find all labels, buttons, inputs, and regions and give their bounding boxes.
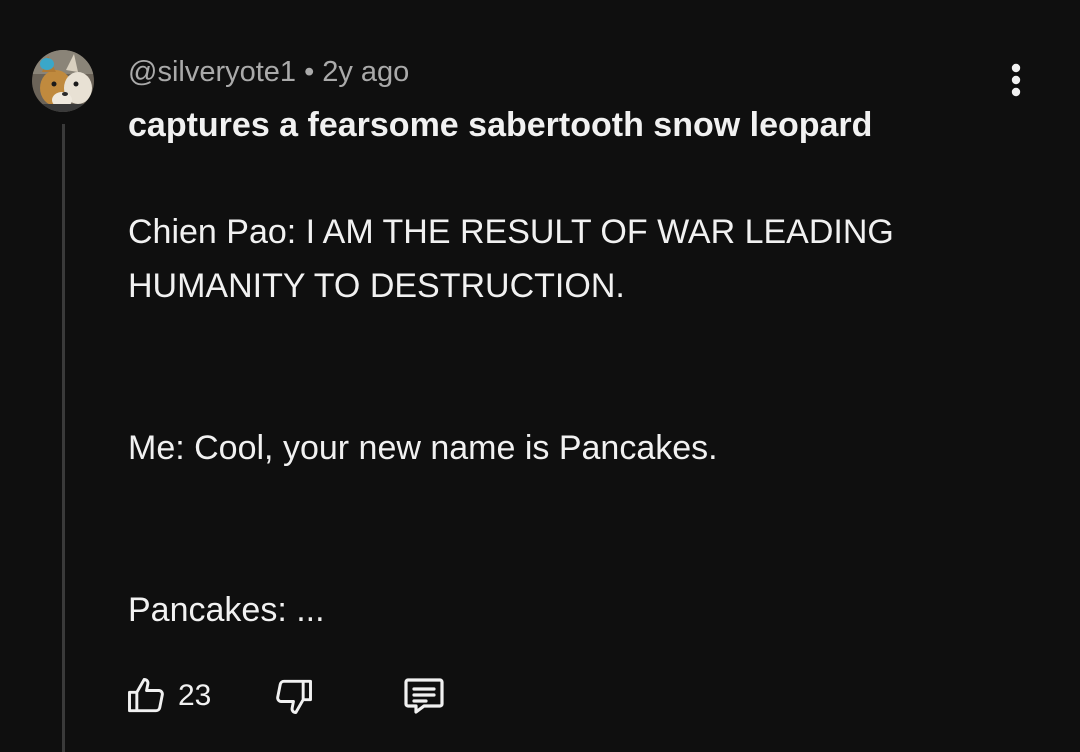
thread-line <box>62 124 65 752</box>
dislike-button[interactable] <box>272 668 316 724</box>
avatar[interactable] <box>32 50 94 112</box>
comment-meta: @silveryote1 • 2y ago <box>128 54 409 90</box>
comment-thread: @silveryote1 • 2y ago captures a fearsome … <box>0 0 1080 752</box>
author-handle[interactable]: @silveryote1 <box>128 56 296 88</box>
thumb-down-icon <box>276 679 312 714</box>
comment-title: captures a fearsome sabertooth snow leop… <box>128 106 873 144</box>
comment-paragraph: Chien Pao: I AM THE RESULT OF WAR LEADIN… <box>128 213 894 305</box>
more-vert-icon <box>1011 63 1021 97</box>
comment-paragraph: Pancakes: ... <box>128 591 325 629</box>
like-button[interactable]: 23 <box>124 668 211 724</box>
meta-separator: • <box>304 56 315 88</box>
comment-reply-icon <box>404 678 444 714</box>
reply-button[interactable] <box>400 668 448 724</box>
avatar-image <box>32 50 94 112</box>
thumb-up-icon <box>128 678 164 713</box>
comment-paragraph: Me: Cool, your new name is Pancakes. <box>128 429 718 467</box>
like-count: 23 <box>178 679 212 712</box>
timestamp[interactable]: 2y ago <box>322 56 409 88</box>
more-options-button[interactable] <box>996 56 1036 104</box>
